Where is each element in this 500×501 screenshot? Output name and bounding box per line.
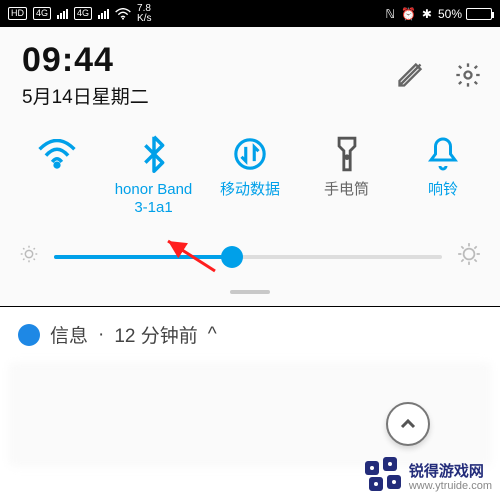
- alarm-icon: ⏰: [401, 7, 416, 21]
- mobile-data-icon: [231, 135, 269, 173]
- clock: 09:44: [22, 41, 396, 80]
- notification-app-name: 信息: [50, 321, 88, 348]
- slider-thumb[interactable]: [221, 246, 243, 268]
- wifi-icon: [115, 8, 131, 20]
- tile-label: 响铃: [428, 181, 458, 217]
- tile-ring[interactable]: 响铃: [400, 135, 486, 217]
- separator: ·: [98, 324, 104, 346]
- notification-time: 12 分钟前: [114, 321, 197, 348]
- tile-label: 手电筒: [324, 181, 369, 217]
- brightness-low-icon: [18, 243, 40, 270]
- battery-status: 50%: [438, 7, 492, 21]
- tile-label: 移动数据: [220, 181, 280, 217]
- watermark: 锐得游戏网 www.ytruide.com: [363, 453, 492, 493]
- wifi-icon: [38, 135, 76, 173]
- watermark-url: www.ytruide.com: [409, 479, 492, 493]
- notification-header[interactable]: 信息 · 12 分钟前 ^: [0, 307, 500, 362]
- brightness-row: [0, 227, 500, 280]
- bell-icon: [424, 135, 462, 173]
- signal-icon: [57, 9, 68, 19]
- watermark-logo-icon: [363, 453, 403, 493]
- panel-header: 09:44 5月14日星期二: [0, 27, 500, 115]
- watermark-brand: 锐得游戏网: [409, 465, 492, 479]
- caret-up-button[interactable]: [386, 402, 430, 446]
- nfc-icon: ℕ: [385, 7, 395, 21]
- status-bar-right: ℕ ⏰ ✱ 50%: [385, 7, 492, 21]
- brightness-slider[interactable]: [54, 255, 442, 259]
- date: 5月14日星期二: [22, 82, 396, 109]
- status-bar-left: HD 4G 4G 7.8 K/s: [8, 4, 151, 24]
- messages-app-icon: [18, 324, 40, 346]
- battery-percent: 50%: [438, 7, 462, 21]
- pencil-icon[interactable]: [396, 61, 424, 89]
- battery-icon: [466, 8, 492, 20]
- tile-bluetooth[interactable]: honor Band 3-1a1: [111, 135, 197, 217]
- quick-tiles-row: honor Band 3-1a1 移动数据 手电筒 响铃: [0, 115, 500, 227]
- brightness-high-icon: [456, 241, 482, 272]
- quick-settings-panel: 09:44 5月14日星期二 honor Band 3-1a1: [0, 27, 500, 307]
- gear-icon[interactable]: [454, 61, 482, 89]
- badge-hd: HD: [8, 7, 27, 20]
- badge-4g-1: 4G: [33, 7, 51, 20]
- bluetooth-status-icon: ✱: [422, 7, 432, 21]
- tile-mobile-data[interactable]: 移动数据: [207, 135, 293, 217]
- status-bar: HD 4G 4G 7.8 K/s ℕ ⏰ ✱ 50%: [0, 0, 500, 27]
- badge-4g-2: 4G: [74, 7, 92, 20]
- tile-label: honor Band 3-1a1: [111, 181, 197, 217]
- bluetooth-icon: [135, 135, 173, 173]
- signal-icon-2: [98, 9, 109, 19]
- chevron-up-icon: ^: [208, 324, 217, 346]
- tile-flashlight[interactable]: 手电筒: [304, 135, 390, 217]
- notification-area: 信息 · 12 分钟前 ^: [0, 307, 500, 467]
- net-speed: 7.8 K/s: [137, 4, 151, 24]
- screen: HD 4G 4G 7.8 K/s ℕ ⏰ ✱ 50% 09:44 5: [0, 0, 500, 501]
- flashlight-icon: [328, 135, 366, 173]
- drag-handle[interactable]: [230, 290, 270, 294]
- tile-wifi[interactable]: [14, 135, 100, 217]
